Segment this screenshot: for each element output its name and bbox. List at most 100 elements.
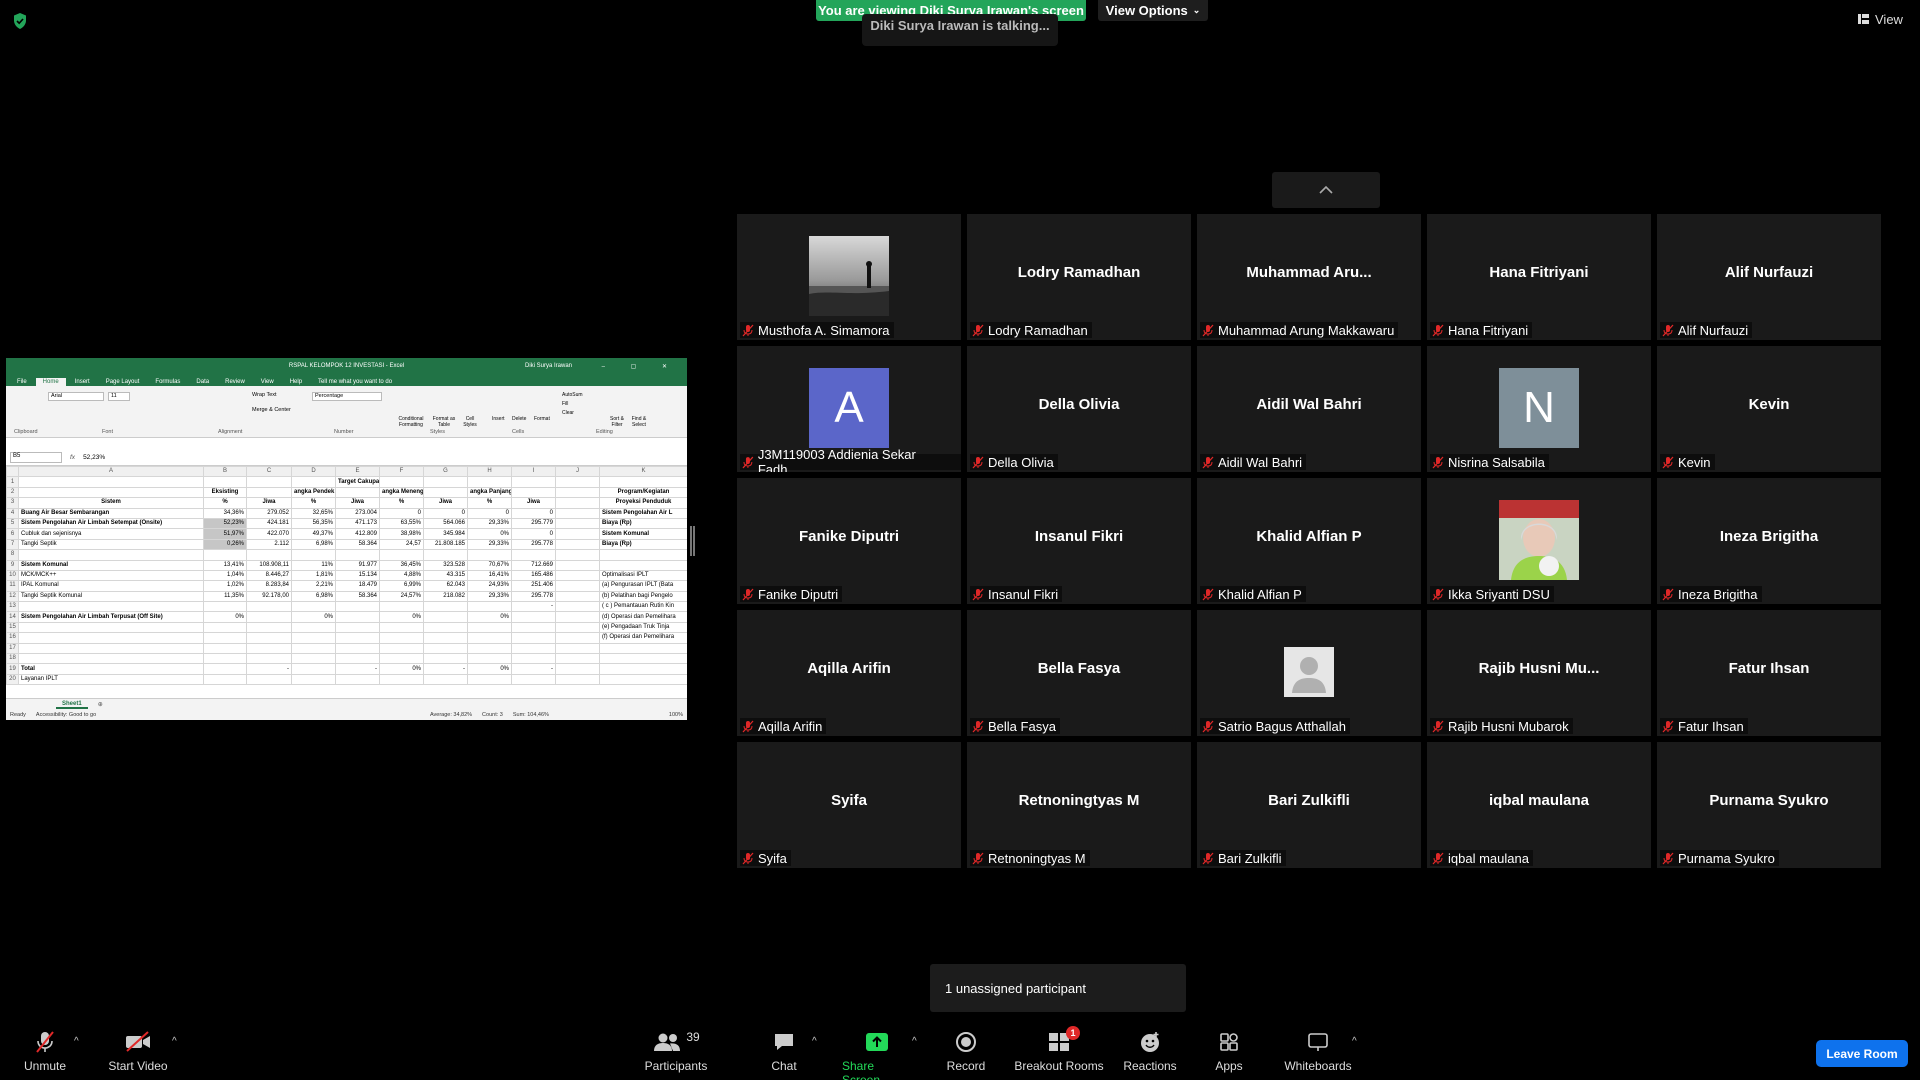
participant-tile[interactable]: Lodry Ramadhan Lodry Ramadhan <box>967 214 1191 340</box>
cell[interactable] <box>467 601 512 613</box>
cell[interactable] <box>511 611 556 623</box>
tell-me-search[interactable]: Tell me what you want to do <box>311 378 399 386</box>
cell[interactable]: 52,23% <box>203 517 247 530</box>
participant-tile[interactable]: Bella Fasya Bella Fasya <box>967 610 1191 736</box>
cell[interactable] <box>467 621 512 634</box>
cell[interactable]: 92.178,00 <box>246 590 292 603</box>
cell-styles-button[interactable]: Cell Styles <box>460 416 480 428</box>
cell[interactable]: 24,57% <box>379 590 424 603</box>
cell[interactable]: 712.669 <box>511 559 556 571</box>
row-header[interactable]: 2 <box>6 486 19 499</box>
chat-button[interactable]: Chat <box>766 1030 802 1073</box>
cell[interactable]: 24,57 <box>379 538 424 551</box>
format-cells-button[interactable]: Format <box>534 416 550 422</box>
excel-tab-file[interactable]: File <box>10 378 34 386</box>
cell[interactable]: 18.479 <box>335 580 380 592</box>
cell[interactable]: Sistem Pengolahan Air Limbah Terpusat (O… <box>18 611 204 623</box>
cell[interactable] <box>203 549 247 561</box>
cell[interactable] <box>423 601 468 613</box>
cell[interactable]: Jiwa <box>511 497 556 509</box>
cell[interactable] <box>291 632 336 644</box>
row-header[interactable]: 20 <box>6 673 19 686</box>
participant-tile[interactable]: Kevin Kevin <box>1657 346 1881 472</box>
participant-tile[interactable]: Aqilla Arifin Aqilla Arifin <box>737 610 961 736</box>
cell[interactable] <box>555 507 600 519</box>
cell[interactable]: IPAL Komunal <box>18 580 204 592</box>
cell[interactable] <box>599 549 687 561</box>
cell[interactable]: 295.778 <box>511 538 556 551</box>
spreadsheet-grid[interactable]: ABCDEFGHIJK1Target Cakupan Layanan %2Eks… <box>6 465 687 686</box>
cell[interactable]: 6,98% <box>291 538 336 551</box>
cell[interactable] <box>246 476 292 488</box>
cell[interactable] <box>335 601 380 613</box>
cell[interactable]: 6,99% <box>379 580 424 592</box>
cell[interactable]: ( c ) Pemantauan Rutin Kin <box>599 601 687 613</box>
cell[interactable] <box>291 653 336 665</box>
font-name-box[interactable]: Arial <box>48 392 104 401</box>
cell[interactable] <box>555 621 600 634</box>
share-options-chevron-icon[interactable]: ^ <box>912 1036 917 1047</box>
cell[interactable] <box>203 642 247 655</box>
participant-tile[interactable]: Hana Fitriyani Hana Fitriyani <box>1427 214 1651 340</box>
participant-tile[interactable]: Alif Nurfauzi Alif Nurfauzi <box>1657 214 1881 340</box>
cell[interactable] <box>467 673 512 686</box>
participants-button[interactable]: 39 Participants <box>640 1030 712 1073</box>
cell[interactable]: Proyeksi Penduduk <box>599 497 687 509</box>
cell[interactable]: - <box>423 663 468 675</box>
cell[interactable] <box>335 611 380 623</box>
delete-cells-button[interactable]: Delete <box>512 416 526 422</box>
participant-tile[interactable]: Aidil Wal Bahri Aidil Wal Bahri <box>1197 346 1421 472</box>
cell[interactable] <box>555 590 600 603</box>
cell[interactable] <box>246 549 292 561</box>
participant-tile[interactable]: Bari Zulkifli Bari Zulkifli <box>1197 742 1421 868</box>
cell[interactable] <box>18 632 204 644</box>
cell[interactable]: 49,37% <box>291 528 336 540</box>
cell[interactable] <box>18 601 204 613</box>
cell[interactable]: 63,55% <box>379 517 424 530</box>
whiteboards-options-chevron-icon[interactable]: ^ <box>1352 1036 1357 1047</box>
row-header[interactable]: 11 <box>6 580 19 592</box>
audio-options-chevron-icon[interactable]: ^ <box>74 1036 79 1047</box>
autosum-button[interactable]: AutoSum <box>562 392 583 398</box>
cell[interactable]: 295.779 <box>511 517 556 530</box>
column-header[interactable]: B <box>203 465 247 478</box>
cell[interactable]: Target Cakupan Layanan % <box>335 476 380 488</box>
row-header[interactable]: 5 <box>6 517 19 530</box>
cell[interactable] <box>555 632 600 644</box>
cell[interactable] <box>555 517 600 530</box>
cell[interactable] <box>203 621 247 634</box>
cell[interactable] <box>379 653 424 665</box>
collapse-gallery-button[interactable] <box>1272 172 1380 208</box>
cell[interactable] <box>555 559 600 571</box>
select-all-corner[interactable] <box>6 465 19 478</box>
cell[interactable] <box>467 653 512 665</box>
cell[interactable] <box>203 476 247 488</box>
cell[interactable]: 0% <box>379 611 424 623</box>
cell[interactable]: 295.778 <box>511 590 556 603</box>
cell[interactable]: 58.364 <box>335 590 380 603</box>
cell[interactable]: % <box>379 497 424 509</box>
cell[interactable] <box>246 486 292 499</box>
cell[interactable]: 0 <box>511 528 556 540</box>
cell[interactable]: 13,41% <box>203 559 247 571</box>
cell[interactable] <box>291 663 336 675</box>
excel-tab-help[interactable]: Help <box>283 378 309 386</box>
row-header[interactable]: 3 <box>6 497 19 509</box>
cell[interactable]: Buang Air Besar Sembarangan <box>18 507 204 519</box>
font-size-box[interactable]: 11 <box>108 392 130 401</box>
cell[interactable]: 29,33% <box>467 517 512 530</box>
cell[interactable] <box>423 653 468 665</box>
cell[interactable]: MCK/MCK++ <box>18 569 204 582</box>
excel-tab-review[interactable]: Review <box>218 378 252 386</box>
merge-center-button[interactable]: Merge & Center <box>252 407 291 413</box>
cell[interactable]: 0 <box>379 507 424 519</box>
cell[interactable] <box>246 673 292 686</box>
participant-tile[interactable]: Khalid Alfian P Khalid Alfian P <box>1197 478 1421 604</box>
cell[interactable] <box>335 549 380 561</box>
cell[interactable]: Biaya (Rp) <box>599 538 687 551</box>
cell[interactable] <box>555 486 600 499</box>
cell[interactable] <box>18 621 204 634</box>
cell[interactable]: 412.809 <box>335 528 380 540</box>
cell[interactable]: % <box>203 497 247 509</box>
formula-input[interactable]: 52,23% <box>83 454 105 461</box>
